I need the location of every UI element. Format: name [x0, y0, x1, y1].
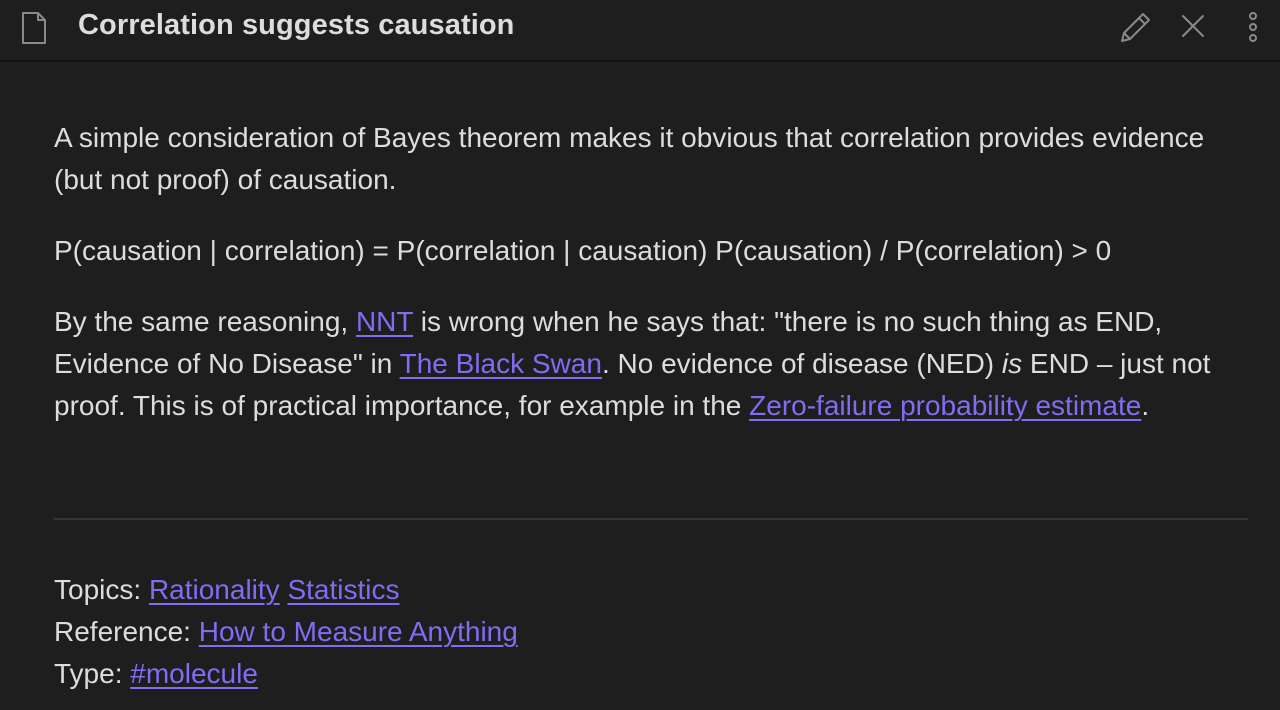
- note-title: Correlation suggests causation: [78, 9, 515, 41]
- type-line: Type: #molecule: [54, 653, 258, 695]
- more-vertical-icon: [1233, 12, 1273, 52]
- link-topic-statistics[interactable]: Statistics: [287, 574, 399, 605]
- paragraph-bayes: A simple consideration of Bayes theorem …: [54, 122, 1205, 195]
- link-zero-failure[interactable]: Zero-failure probability estimate: [749, 390, 1141, 421]
- file-icon: [21, 11, 47, 45]
- tag-molecule[interactable]: #molecule: [130, 658, 258, 689]
- pencil-icon: [1114, 13, 1154, 52]
- paragraph-nnt: By the same reasoning, NNT is wrong when…: [54, 301, 1234, 427]
- link-reference[interactable]: How to Measure Anything: [199, 616, 518, 647]
- link-nnt[interactable]: NNT: [356, 306, 413, 337]
- close-button[interactable]: [1173, 8, 1213, 48]
- type-label: Type:: [54, 658, 131, 689]
- link-black-swan[interactable]: The Black Swan: [400, 348, 602, 379]
- link-topic-rationality[interactable]: Rationality: [149, 574, 280, 605]
- paragraph-text: By the same reasoning,: [54, 306, 356, 337]
- note-header: Correlation suggests causation: [0, 0, 1280, 62]
- horizontal-divider: [54, 518, 1248, 520]
- emphasis-is: is: [1001, 348, 1023, 379]
- reference-label: Reference:: [54, 616, 199, 647]
- edit-button[interactable]: [1114, 8, 1154, 48]
- reference-line: Reference: How to Measure Anything: [54, 611, 518, 653]
- paragraph-text: . No evidence of disease (NED): [601, 348, 1002, 379]
- topics-line: Topics: Rationality Statistics: [54, 569, 399, 611]
- more-options-button[interactable]: [1233, 8, 1273, 48]
- bayes-formula: P(causation | correlation) = P(correlati…: [54, 235, 1112, 266]
- close-icon: [1173, 15, 1213, 52]
- topics-label: Topics:: [54, 574, 149, 605]
- paragraph-text: .: [1141, 390, 1150, 421]
